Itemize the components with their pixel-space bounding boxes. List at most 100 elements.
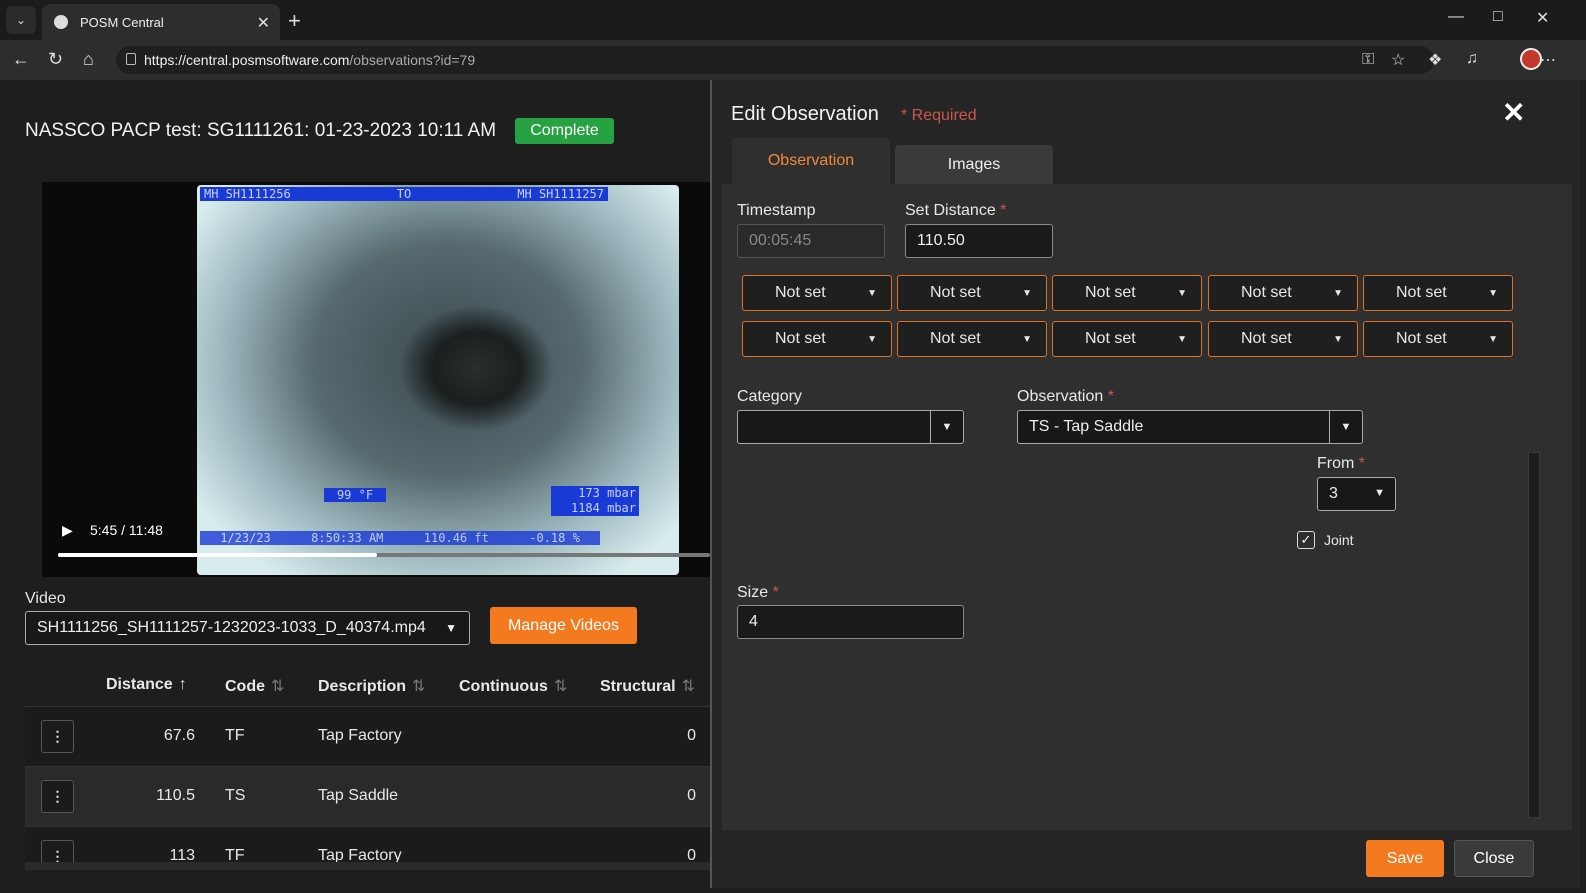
- option-3-dropdown[interactable]: Not set ▼: [1052, 321, 1202, 357]
- page: NASSCO PACP test: SG1111261: 01-23-2023 …: [6, 80, 1580, 888]
- more-icon[interactable]: ⋯: [1540, 50, 1556, 70]
- size-label: Size *: [737, 584, 779, 601]
- cell-distance: 67.6: [163, 727, 195, 744]
- osd-date: 1/23/23: [220, 531, 271, 545]
- table-row[interactable]: ⋮ 113 TF Tap Factory 0: [25, 826, 710, 862]
- profile-avatar[interactable]: [1520, 48, 1542, 70]
- joint-checkbox[interactable]: ✓: [1297, 531, 1315, 549]
- caret-down-icon: ▼: [1177, 334, 1187, 345]
- video-select[interactable]: SH1111256_SH1111257-1232023-1033_D_40374…: [25, 611, 470, 645]
- sort-asc-icon: ↑: [178, 676, 187, 693]
- browser-tab[interactable]: POSM Central ✕: [42, 4, 280, 40]
- chevron-down-icon: ⌄: [15, 13, 27, 27]
- observation-select[interactable]: TS - Tap Saddle ▼: [1017, 410, 1363, 444]
- caret-down-icon: ▼: [1374, 487, 1385, 499]
- minimize-icon[interactable]: —: [1448, 8, 1464, 26]
- cell-code: TF: [225, 847, 245, 862]
- caret-down-icon: ▼: [1177, 288, 1187, 299]
- url-field[interactable]: https://central.posmsoftware.com/observa…: [116, 46, 1434, 74]
- dropdown-value: Not set: [1396, 330, 1447, 347]
- cell-description: Tap Factory: [318, 847, 402, 862]
- dropdown-value: Not set: [1085, 284, 1136, 301]
- key-icon[interactable]: ⚿: [1362, 51, 1374, 69]
- sort-icon: ⇅: [271, 678, 285, 695]
- option-1-dropdown[interactable]: Not set ▼: [742, 321, 892, 357]
- close-button[interactable]: Close: [1454, 840, 1534, 877]
- row-menu-button[interactable]: ⋮: [41, 780, 74, 813]
- cell-distance: 113: [169, 847, 195, 862]
- cell-structural: 0: [687, 787, 696, 804]
- close-tab-icon[interactable]: ✕: [257, 13, 270, 33]
- caret-down-icon: ▼: [867, 288, 877, 299]
- size-label-text: Size: [737, 584, 769, 601]
- observation-label-text: Observation: [1017, 388, 1104, 405]
- refresh-icon[interactable]: ↻: [48, 49, 63, 70]
- dropdown-value: Not set: [1241, 284, 1292, 301]
- option-5-dropdown[interactable]: Not set ▼: [1363, 321, 1513, 357]
- back-icon[interactable]: ←: [12, 49, 30, 70]
- caret-down-icon[interactable]: ▼: [1329, 411, 1362, 443]
- caret-down-icon: ▼: [1488, 288, 1498, 299]
- from-label-text: From: [1317, 455, 1355, 472]
- set-distance-label-text: Set Distance: [905, 202, 996, 219]
- lock-icon: [126, 53, 136, 65]
- set-distance-field[interactable]: 110.50: [905, 224, 1053, 258]
- timestamp-label: Timestamp: [737, 202, 816, 219]
- dropdown-value: Not set: [1241, 330, 1292, 347]
- row-menu-button[interactable]: ⋮: [41, 840, 74, 862]
- category-select[interactable]: ▼: [737, 410, 964, 444]
- modifier-dropdown[interactable]: Not set ▼: [1052, 275, 1202, 311]
- close-window-icon[interactable]: ✕: [1536, 8, 1549, 28]
- size-field[interactable]: 4: [737, 605, 964, 639]
- observation-form: Timestamp 00:05:45 Set Distance * 110.50…: [722, 184, 1572, 830]
- favorite-star-icon[interactable]: ☆: [1391, 50, 1405, 70]
- save-button[interactable]: Save: [1366, 840, 1444, 877]
- caret-down-icon[interactable]: ▼: [930, 411, 963, 443]
- tab-list-button[interactable]: ⌄: [6, 6, 36, 34]
- osd-distance: 110.46 ft: [423, 531, 489, 545]
- extensions-icon[interactable]: ❖: [1428, 50, 1442, 70]
- set-distance-label: Set Distance *: [905, 202, 1007, 219]
- table-row[interactable]: ⋮ 110.5 TS Tap Saddle 0: [25, 766, 710, 826]
- close-icon[interactable]: ✕: [1502, 96, 1525, 129]
- osd-to: TO: [396, 187, 412, 201]
- header-code[interactable]: Code ⇅: [225, 676, 284, 696]
- osd-temp: 99 °F: [324, 488, 386, 502]
- table-row[interactable]: ⋮ 67.6 TF Tap Factory 0: [25, 706, 710, 766]
- observation-value: TS - Tap Saddle: [1029, 418, 1144, 435]
- from-select[interactable]: 3 ▼: [1317, 477, 1396, 511]
- value-2-dropdown[interactable]: Not set ▼: [1363, 275, 1513, 311]
- header-continuous[interactable]: Continuous ⇅: [459, 676, 567, 696]
- dropdown-value: Not set: [1396, 284, 1447, 301]
- clock-to-dropdown[interactable]: Not set ▼: [897, 275, 1047, 311]
- clock-from-dropdown[interactable]: Not set ▼: [742, 275, 892, 311]
- video-player[interactable]: MH SH1111256 TO MH SH1111257 99 °F 173 m…: [42, 182, 710, 577]
- form-scrollbar[interactable]: [1528, 452, 1540, 818]
- home-icon[interactable]: ⌂: [83, 49, 94, 70]
- osd-pressure: 173 mbar 1184 mbar: [551, 486, 639, 516]
- video-progress-bar[interactable]: [58, 553, 710, 557]
- cell-description: Tap Factory: [318, 727, 402, 744]
- table-scrollbar[interactable]: [25, 862, 710, 870]
- manage-videos-button[interactable]: Manage Videos: [490, 607, 637, 644]
- option-4-dropdown[interactable]: Not set ▼: [1208, 321, 1358, 357]
- tab-images[interactable]: Images: [895, 145, 1053, 184]
- cell-code: TF: [225, 727, 245, 744]
- required-note: * Required: [901, 107, 977, 124]
- option-2-dropdown[interactable]: Not set ▼: [897, 321, 1047, 357]
- url-path: /observations?id=79: [349, 52, 476, 68]
- new-tab-icon[interactable]: +: [288, 8, 301, 34]
- header-distance[interactable]: Distance ↑: [106, 676, 187, 694]
- header-description[interactable]: Description ⇅: [318, 676, 425, 696]
- caret-down-icon: ▼: [1022, 334, 1032, 345]
- header-description-label: Description: [318, 678, 407, 695]
- dropdown-value: Not set: [775, 284, 826, 301]
- maximize-icon[interactable]: □: [1493, 8, 1503, 26]
- tab-observation[interactable]: Observation: [732, 138, 890, 184]
- dropdown-value: Not set: [1085, 330, 1136, 347]
- row-menu-button[interactable]: ⋮: [41, 720, 74, 753]
- value-1-dropdown[interactable]: Not set ▼: [1208, 275, 1358, 311]
- collections-icon[interactable]: ♫: [1466, 50, 1478, 68]
- play-icon[interactable]: ▶: [62, 522, 73, 539]
- header-structural[interactable]: Structural ⇅: [600, 676, 695, 696]
